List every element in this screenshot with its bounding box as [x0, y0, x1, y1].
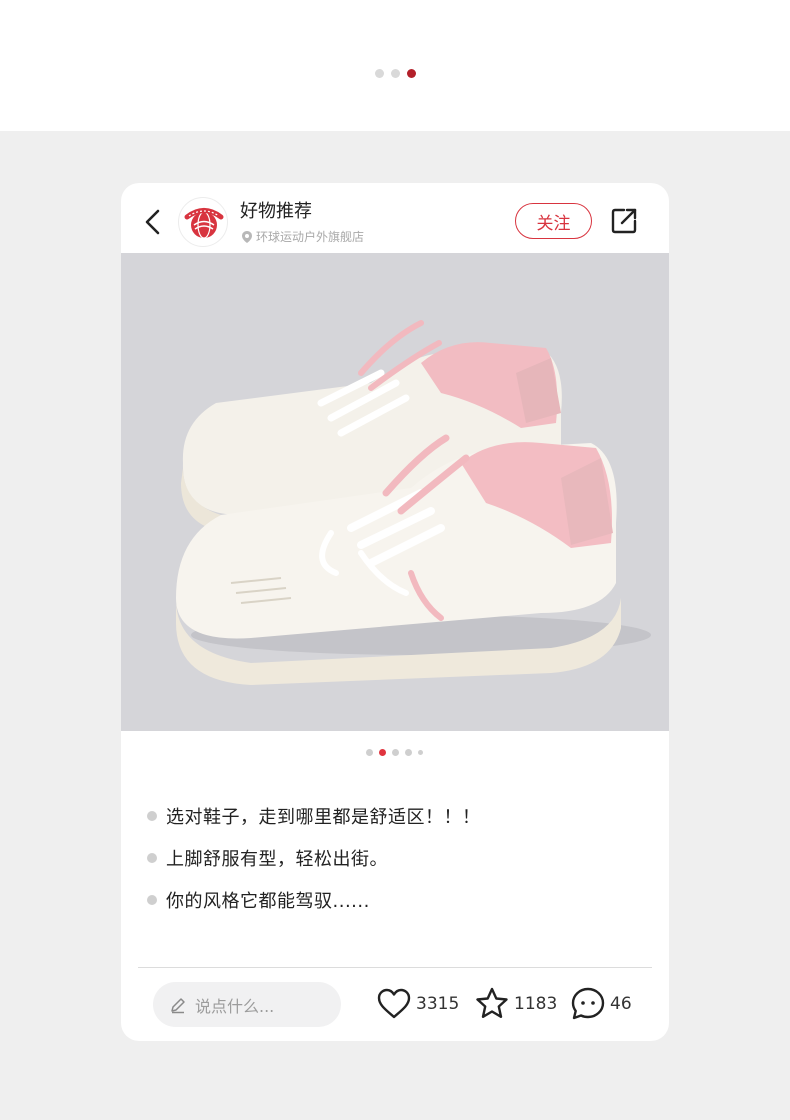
bullet-item: 上脚舒服有型，轻松出街。 — [147, 837, 481, 879]
huanqiu-brand-logo-icon — [184, 208, 224, 239]
post-bullet-list: 选对鞋子，走到哪里都是舒适区！！！ 上脚舒服有型，轻松出街。 你的风格它都能驾驭… — [147, 795, 481, 921]
carousel-dot-active — [379, 749, 386, 756]
bullet-dot-icon — [147, 895, 157, 905]
comment-input[interactable]: 说点什么... — [153, 982, 341, 1027]
carousel-dot — [405, 749, 412, 756]
shop-avatar[interactable] — [178, 197, 228, 247]
star-icon — [476, 987, 508, 1018]
follow-button[interactable]: 关注 — [515, 203, 592, 239]
footer-divider — [138, 967, 652, 968]
share-icon[interactable] — [610, 207, 638, 235]
pencil-icon — [171, 997, 185, 1013]
product-photo[interactable] — [121, 253, 669, 731]
page-indicator — [375, 69, 416, 78]
page-dot-active — [407, 69, 416, 78]
back-arrow-icon[interactable] — [141, 205, 165, 239]
bullet-item: 你的风格它都能驾驭...... — [147, 879, 481, 921]
bullet-dot-icon — [147, 811, 157, 821]
carousel-dot — [366, 749, 373, 756]
bullet-text: 你的风格它都能驾驭...... — [166, 891, 370, 912]
favorite-button[interactable]: 1183 — [474, 986, 557, 1022]
bullet-item: 选对鞋子，走到哪里都是舒适区！！！ — [147, 795, 481, 837]
location-row[interactable]: 环球运动户外旗舰店 — [241, 228, 364, 245]
sneakers-photo-icon — [121, 253, 669, 731]
comment-count: 46 — [610, 994, 632, 1014]
bullet-text: 选对鞋子，走到哪里都是舒适区！！！ — [166, 807, 481, 828]
favorite-count: 1183 — [514, 994, 558, 1014]
location-pin-icon — [242, 230, 252, 243]
comment-bubble-icon — [571, 987, 605, 1020]
bullet-text: 上脚舒服有型，轻松出街。 — [166, 849, 388, 870]
carousel-dot — [418, 750, 423, 755]
comment-button[interactable]: 46 — [570, 986, 632, 1022]
like-button[interactable]: 3315 — [376, 986, 459, 1022]
post-card: 好物推荐 环球运动户外旗舰店 关注 选对鞋子，走到哪里都是舒适区！！！ 上脚舒服… — [121, 183, 669, 1041]
like-count: 3315 — [416, 994, 460, 1014]
carousel-indicator — [366, 749, 423, 756]
carousel-dot — [392, 749, 399, 756]
page-dot — [375, 69, 384, 78]
top-band — [0, 0, 790, 131]
comment-placeholder: 说点什么... — [195, 996, 275, 1016]
bullet-dot-icon — [147, 853, 157, 863]
page-dot — [391, 69, 400, 78]
heart-icon — [377, 988, 411, 1019]
location-label: 环球运动户外旗舰店 — [256, 230, 365, 244]
post-title[interactable]: 好物推荐 — [240, 197, 312, 223]
